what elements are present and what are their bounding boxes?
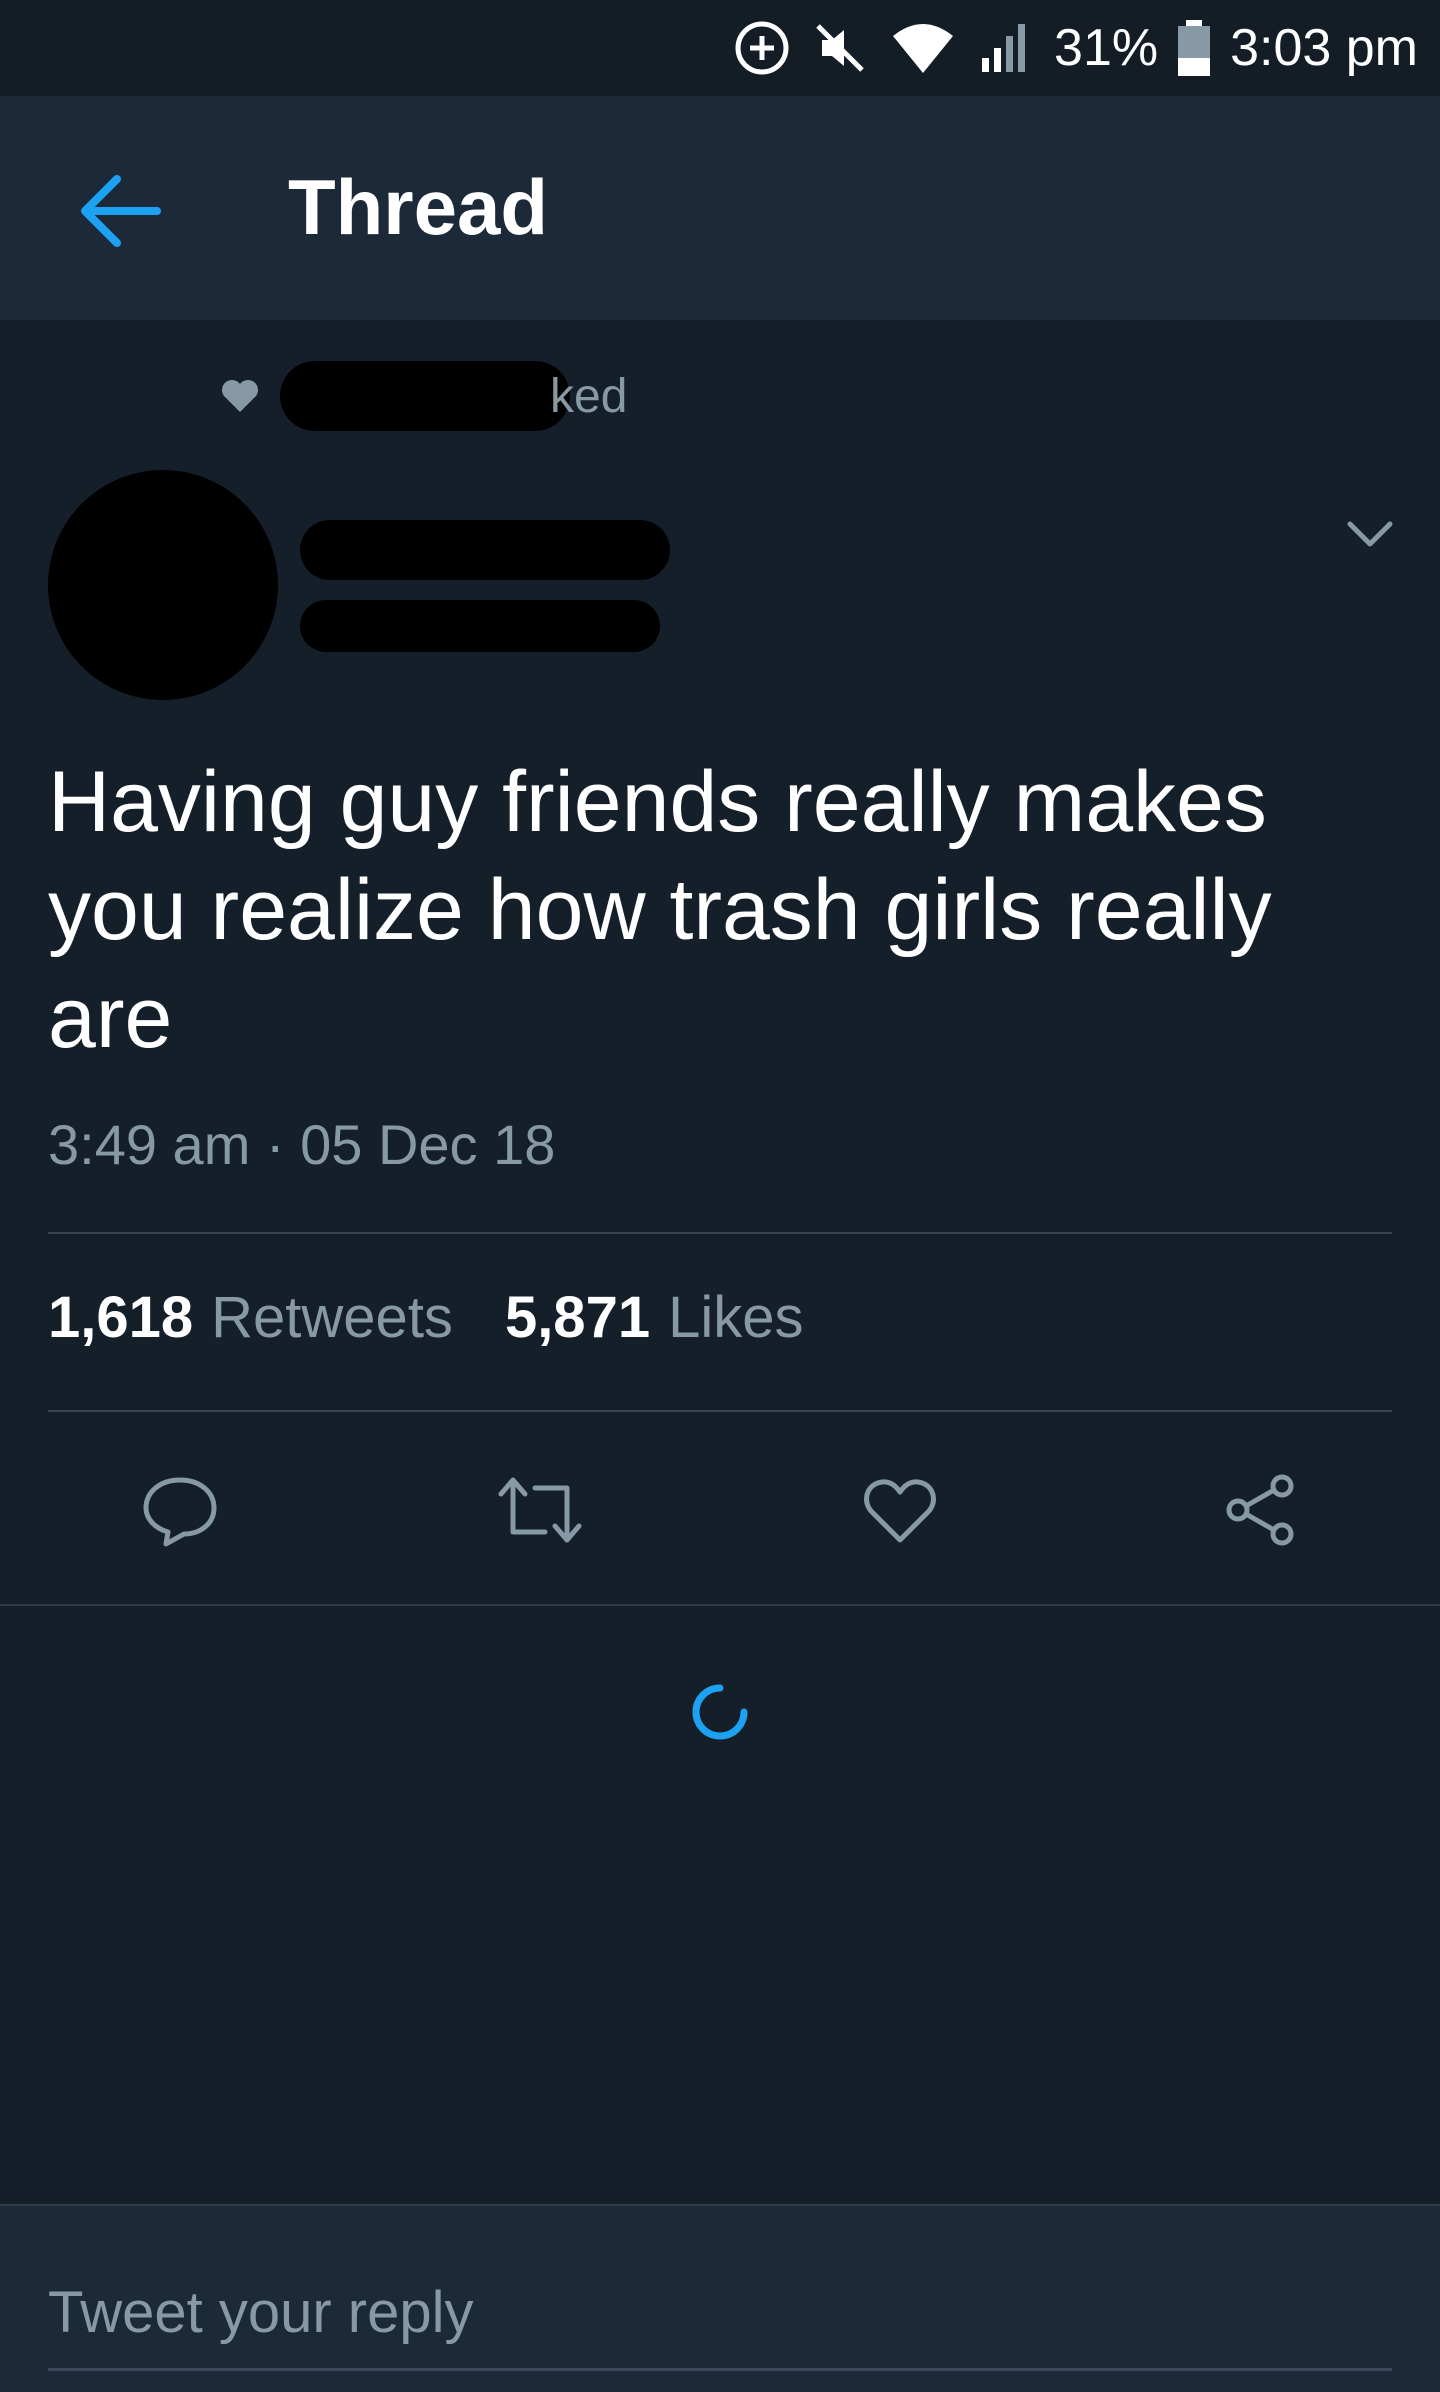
tweet-text: Having guy friends really makes you real… (48, 754, 1272, 1066)
reply-bar (0, 2206, 1440, 2392)
divider (48, 1410, 1392, 1412)
retweet-icon (498, 1477, 582, 1543)
wifi-icon (888, 18, 958, 78)
loading-spinner-icon (692, 1684, 748, 1740)
author-block[interactable] (300, 520, 670, 652)
social-context[interactable]: ked (220, 360, 627, 432)
social-context-label: ked (550, 369, 628, 423)
divider (0, 1604, 1440, 1606)
page-title: Thread (288, 163, 549, 251)
battery-percent: 31% (1054, 19, 1159, 77)
arrow-left-icon (81, 175, 161, 247)
like-button[interactable] (850, 1460, 950, 1560)
chevron-down-icon[interactable] (1340, 510, 1400, 560)
reply-icon (143, 1477, 217, 1547)
reply-input[interactable] (48, 2256, 1392, 2371)
retweets-count: 1,618 (48, 1285, 194, 1350)
app-bar: Thread (0, 96, 1440, 320)
signal-icon (976, 18, 1036, 78)
battery-icon (1176, 18, 1212, 78)
retweets-label: Retweets (211, 1285, 453, 1350)
clock: 3:03 pm (1230, 19, 1418, 77)
share-icon (1226, 1474, 1294, 1546)
status-icons: 31% 3:03 pm (732, 0, 1418, 96)
redacted-name (280, 361, 570, 431)
share-button[interactable] (1210, 1460, 1310, 1560)
retweets-stat[interactable]: 1,618 Retweets (48, 1284, 453, 1351)
redacted-handle (300, 600, 660, 652)
tweet-stats: 1,618 Retweets 5,871 Likes (48, 1284, 804, 1351)
mute-icon (810, 18, 870, 78)
tweet-actions (0, 1460, 1440, 1560)
heart-icon (864, 1479, 936, 1543)
back-button[interactable] (70, 166, 170, 256)
likes-count: 5,871 (504, 1285, 651, 1350)
reply-button[interactable] (130, 1460, 230, 1560)
heart-icon (222, 380, 258, 412)
likes-label: Likes (668, 1285, 804, 1350)
data-saver-icon (732, 18, 792, 78)
retweet-button[interactable] (490, 1460, 590, 1560)
tweet-timestamp[interactable]: 3:49 am · 05 Dec 18 (48, 1112, 555, 1177)
redacted-display-name (300, 520, 670, 580)
divider (48, 1232, 1392, 1234)
likes-stat[interactable]: 5,871 Likes (505, 1284, 804, 1351)
avatar[interactable] (48, 470, 278, 700)
status-bar: 31% 3:03 pm (0, 0, 1440, 96)
